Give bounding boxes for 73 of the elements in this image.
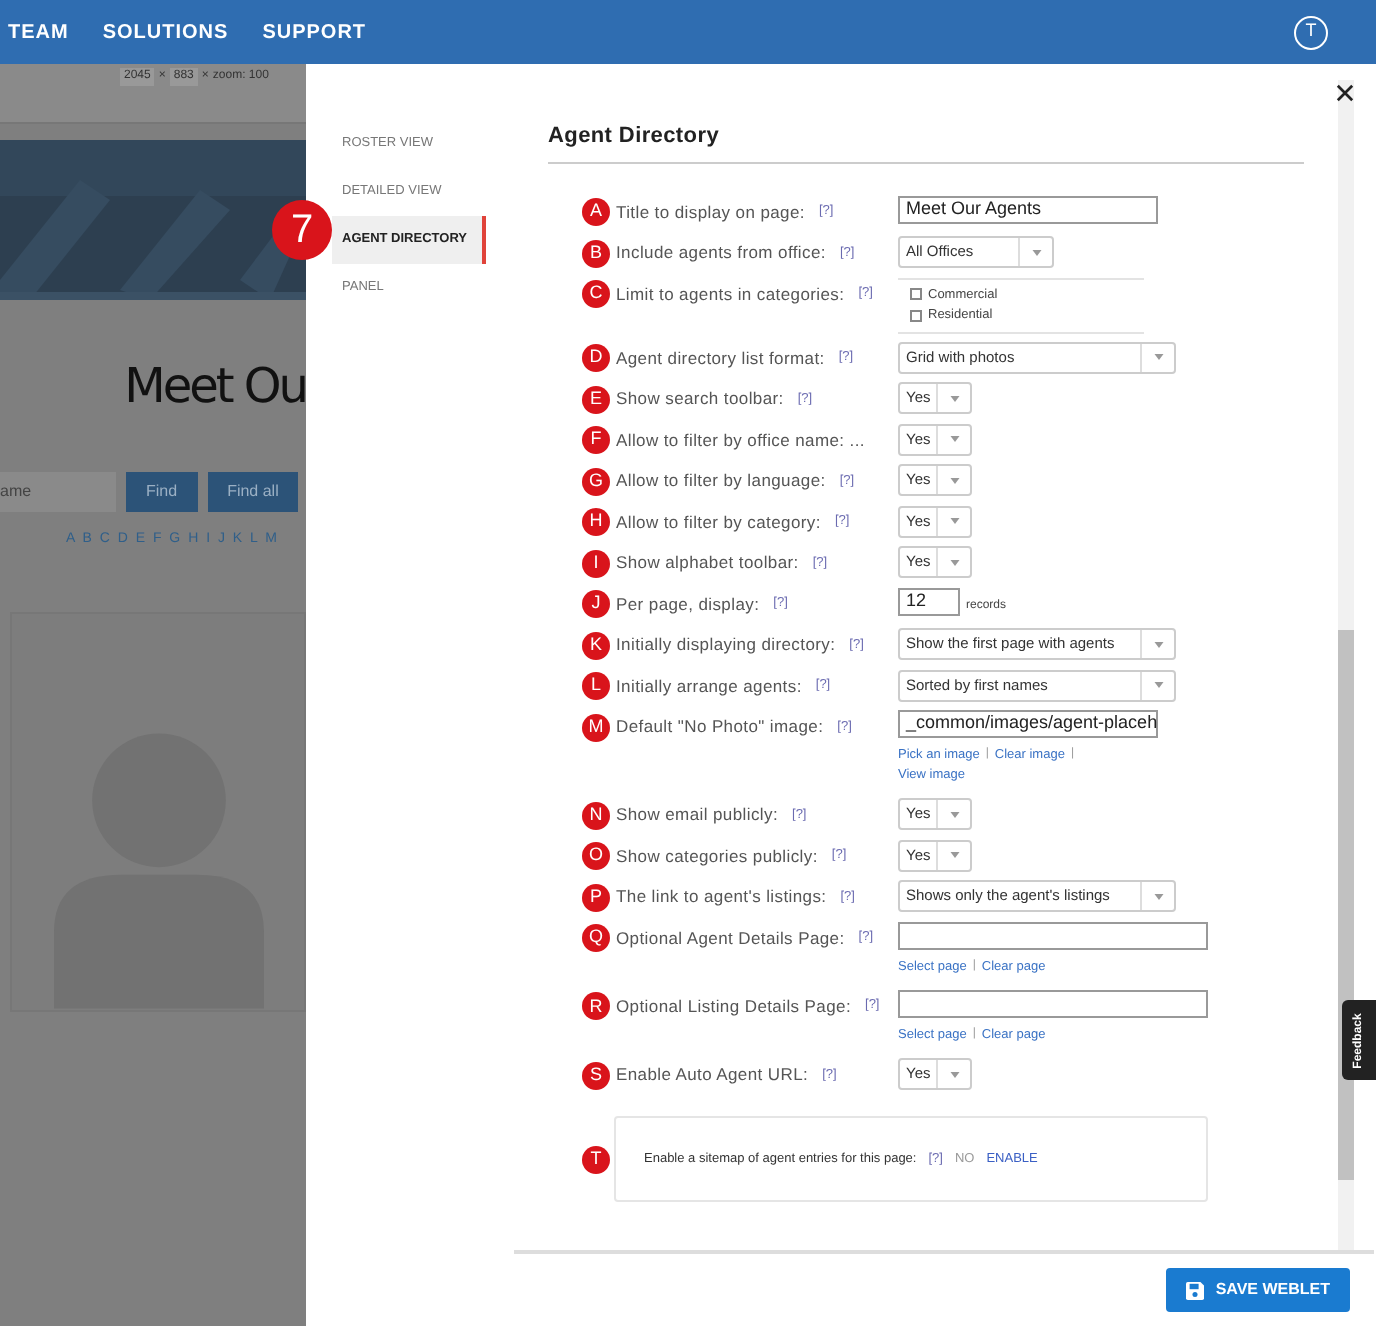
close-icon [1335, 83, 1353, 101]
text-field[interactable] [898, 989, 1208, 1018]
letter-badge: J [582, 590, 610, 618]
letter-badge: K [582, 631, 610, 659]
caret-icon [949, 477, 959, 483]
field-label: The link to agent's listings: [616, 884, 827, 910]
checkbox[interactable] [910, 310, 922, 323]
letter-badge: I [582, 549, 610, 577]
letter-badge: O [582, 842, 610, 870]
caret-icon [1031, 249, 1041, 255]
text-field[interactable]: _common/images/agent-placeh [898, 710, 1158, 738]
field-label: Initially arrange agents: [616, 673, 802, 699]
caret-icon [949, 395, 959, 401]
letter-badge: H [582, 508, 610, 536]
letter-badge: Q [582, 924, 610, 952]
nav-link[interactable]: SOLUTIONS [102, 17, 229, 47]
letter-badge: R [582, 992, 610, 1021]
field-label: Show search toolbar: [616, 386, 784, 412]
caret-icon [949, 518, 959, 524]
field-label: Optional Listing Details Page: [616, 993, 852, 1020]
caret-icon [1153, 641, 1163, 647]
field-label: Agent directory list format: [616, 345, 825, 371]
caret-icon [1153, 893, 1163, 899]
close-button[interactable] [1332, 80, 1356, 104]
field-label: Enable Auto Agent URL: [616, 1062, 809, 1088]
letter-badge: C [582, 280, 610, 308]
field-label: Allow to filter by category: [616, 509, 821, 535]
field-label: Allow to filter by office name: ... [616, 427, 865, 453]
field-label: Optional Agent Details Page: [616, 925, 845, 951]
letter-badge: P [582, 883, 610, 911]
field-label: Show email publicly: [616, 802, 779, 828]
checkbox[interactable] [910, 288, 922, 301]
field-label: Include agents from office: [616, 240, 826, 266]
nav-link[interactable]: TEAM [8, 17, 69, 47]
letter-badge: A [582, 198, 610, 226]
field-label: Allow to filter by language: [616, 468, 826, 494]
letter-badge: T [582, 1145, 610, 1173]
nav-link[interactable]: SUPPORT [262, 17, 367, 47]
field-label: Default "No Photo" image: [616, 714, 824, 740]
letter-badge: G [582, 467, 610, 495]
field-label: Limit to agents in categories: [616, 281, 845, 307]
field-label: Show categories publicly: [616, 843, 818, 869]
field-label: Show alphabet toolbar: [616, 550, 799, 576]
caret-icon [1153, 354, 1163, 360]
page-heading: Meet Ou [124, 356, 306, 418]
number-field[interactable]: 12 [898, 587, 960, 615]
caret-icon [1153, 682, 1163, 688]
letter-badge: M [582, 713, 610, 741]
caret-icon [949, 852, 959, 858]
field-label: Per page, display: [616, 591, 760, 617]
user-avatar[interactable]: T [1294, 15, 1328, 49]
letter-badge: F [582, 426, 610, 454]
text-field[interactable]: Meet Our Agents [898, 195, 1158, 223]
find-button[interactable]: Find [126, 472, 198, 512]
letter-badge: L [582, 672, 610, 700]
caret-icon [949, 1071, 959, 1077]
caret-icon [949, 436, 959, 442]
letter-badge: S [582, 1061, 610, 1089]
section-heading: Agent Directory [548, 120, 1304, 163]
caret-icon [949, 559, 959, 565]
scrollbar[interactable] [1338, 80, 1354, 1250]
letter-badge: E [582, 385, 610, 413]
letter-badge: N [582, 801, 610, 829]
field-label: Initially displaying directory: [616, 632, 836, 658]
save-button[interactable]: SAVE WEBLET [1165, 1268, 1350, 1312]
field-label: Title to display on page: [616, 199, 805, 225]
letter-badge: D [582, 344, 610, 372]
text-field[interactable] [898, 921, 1208, 949]
letter-badge: B [582, 239, 610, 267]
caret-icon [949, 811, 959, 817]
find-button[interactable]: Find all [207, 472, 299, 512]
search-field[interactable]: ame [0, 472, 116, 512]
save-icon [1185, 1281, 1204, 1299]
